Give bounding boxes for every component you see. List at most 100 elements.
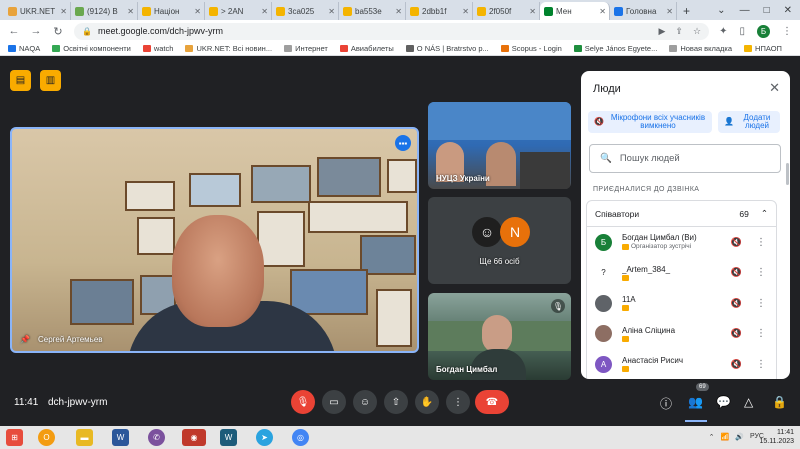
mic-off-icon[interactable]: 🔇 [731,298,742,309]
search-people-input[interactable]: 🔍 Пошук людей [589,144,781,173]
more-vert-icon[interactable]: ⋮ [756,298,766,309]
host-controls-icon[interactable]: 🔒 [772,395,787,409]
reload-button[interactable]: ↻ [52,25,64,38]
back-button[interactable]: ← [8,25,20,37]
meeting-code[interactable]: dch-jpwv-yrm [48,397,107,408]
telegram-icon[interactable]: ➤ [256,429,273,446]
tab-search-icon[interactable]: ⌄ [717,5,725,16]
bookmark-item[interactable]: НПАОП [744,44,782,53]
opera-icon[interactable]: O [38,429,55,446]
mic-off-icon[interactable]: 🔇 [731,237,742,248]
sidebar-icon[interactable]: ▯ [739,26,745,37]
browser-tab[interactable]: > 2AN ✕ [205,2,272,20]
present-screen-button[interactable]: ⇧ [384,390,408,414]
mic-off-icon[interactable]: 🔇 [731,328,742,339]
participant-row[interactable]: А Анастасія Рисич 🔇 ⋮ [587,349,776,379]
browser-tab[interactable]: UKR.NET ✕ [4,2,71,20]
participant-row[interactable]: Аліна Сліцина 🔇 ⋮ [587,319,776,350]
participant-tile[interactable]: 🎙 Богдан Цимбал [428,293,571,380]
chevron-up-icon[interactable]: ⌃ [761,208,768,219]
bookmark-item[interactable]: Интернет [284,44,328,53]
close-tab-icon[interactable]: ✕ [60,7,67,16]
bookmark-item[interactable]: Scopus - Login [500,44,562,53]
bookmark-item[interactable]: Авиабилеты [339,44,394,53]
chevron-up-icon[interactable]: ⌃ [709,433,715,441]
more-options-button[interactable]: ⋮ [446,390,470,414]
maximize-button[interactable]: □ [764,5,770,16]
browser-tab[interactable]: Мен ✕ [540,2,610,20]
close-tab-icon[interactable]: ✕ [666,7,673,16]
camera-toggle-button[interactable]: ▭ [322,390,346,414]
bookmark-star-icon[interactable]: ☆ [693,26,701,37]
word-icon[interactable]: W [112,429,129,446]
close-tab-icon[interactable]: ✕ [127,7,134,16]
webex-icon[interactable]: W [220,429,237,446]
mic-off-icon[interactable]: 🔇 [731,359,742,370]
reactions-button[interactable]: ☺ [353,390,377,414]
browser-tab[interactable]: (9124) В ✕ [71,2,138,20]
taskbar-clock[interactable]: 11:41 15.11.2023 [759,428,794,446]
browser-tab[interactable]: 2dbb1f ✕ [406,2,473,20]
chat-icon[interactable]: 💬 [716,395,731,409]
bookmark-item[interactable]: NAQA [8,44,40,53]
url-input[interactable]: 🔒 meet.google.com/dch-jpwv-yrm ▶ ⇪ ☆ [74,22,710,40]
media-icon[interactable]: ◉ [182,429,206,446]
close-tab-icon[interactable]: ✕ [599,7,606,16]
mute-all-button[interactable]: 🔇 Мікрофони всіх учасників вимкнено [588,111,712,133]
volume-icon[interactable]: 🔊 [735,433,744,441]
camera-permission-icon[interactable]: ▶ [659,26,666,37]
file-explorer-icon[interactable]: ▬ [76,429,93,446]
close-tab-icon[interactable]: ✕ [529,7,536,16]
pin-icon[interactable]: 📌 [20,335,30,344]
participant-tile[interactable]: НУЦЗ України [428,102,571,189]
close-tab-icon[interactable]: ✕ [328,7,335,16]
browser-tab[interactable]: Націон ✕ [138,2,205,20]
people-icon[interactable]: 👥 [688,395,703,409]
participant-row[interactable]: 11А 🔇 ⋮ [587,288,776,319]
browser-tab[interactable]: ba553e ✕ [339,2,406,20]
close-tab-icon[interactable]: ✕ [261,7,268,16]
more-vert-icon[interactable]: ⋮ [756,359,766,370]
profile-avatar[interactable]: Б [757,24,770,38]
bookmark-item[interactable]: Новая вкладка [669,44,732,53]
raise-hand-button[interactable]: ✋ [415,390,439,414]
close-tab-icon[interactable]: ✕ [462,7,469,16]
chrome-icon[interactable]: ◎ [292,429,309,446]
panel-scrollbar[interactable] [786,163,789,185]
viber-icon[interactable]: ✆ [148,429,165,446]
close-tab-icon[interactable]: ✕ [395,7,402,16]
bookmark-item[interactable]: Освітні компоненти [52,44,131,53]
leave-call-button[interactable]: ☎ [475,390,509,414]
more-participants-tile[interactable]: ☺ N Ще 66 осіб [428,197,571,284]
network-icon[interactable]: 📶 [721,433,730,441]
mic-toggle-button[interactable]: 🎙 [291,390,315,414]
more-vert-icon[interactable]: ⋮ [756,328,766,339]
meeting-info-icon[interactable]: ⓘ [660,395,672,412]
host-controls-icon[interactable]: ▥ [40,70,61,91]
browser-tab[interactable]: 3ca025 ✕ [272,2,339,20]
activities-icon[interactable]: △ [744,395,753,409]
browser-tab[interactable]: 2f050f ✕ [473,2,540,20]
mic-off-icon[interactable]: 🔇 [731,267,742,278]
more-vert-icon[interactable]: ⋮ [756,237,766,248]
bookmark-item[interactable]: O NÁS | Bratrstvo p... [405,44,489,53]
participant-row[interactable]: Б Богдан Цимбал (Ви) Організатор зустрічі 🔇… [587,227,776,258]
start-menu-icon[interactable]: ⊞ [6,429,23,446]
minimize-button[interactable]: — [740,5,750,16]
participant-row[interactable]: ? _Artem_384_ 🔇 ⋮ [587,258,776,289]
forward-button[interactable]: → [30,25,42,37]
extensions-icon[interactable]: ✦ [719,26,727,37]
more-vert-icon[interactable]: ⋮ [756,267,766,278]
menu-icon[interactable]: ⋮ [782,26,792,37]
main-speaker-video[interactable]: ▪▪▪ 📌 Сергей Артемьев [10,127,419,353]
new-tab-button[interactable]: + [677,2,696,20]
add-people-button[interactable]: 👤 Додати людей [718,111,780,133]
bookmark-item[interactable]: watch [142,44,173,53]
browser-tab[interactable]: Головна ✕ [610,2,677,20]
group-header[interactable]: Співавтори 69 ⌃ [587,201,776,227]
bookmark-item[interactable]: UKR.NET: Всі новин... [185,44,272,53]
close-window-button[interactable]: ✕ [784,5,792,16]
close-panel-button[interactable]: ✕ [769,80,780,96]
no-recording-icon[interactable]: ▤ [10,70,31,91]
bookmark-item[interactable]: Selye János Egyete... [573,44,657,53]
